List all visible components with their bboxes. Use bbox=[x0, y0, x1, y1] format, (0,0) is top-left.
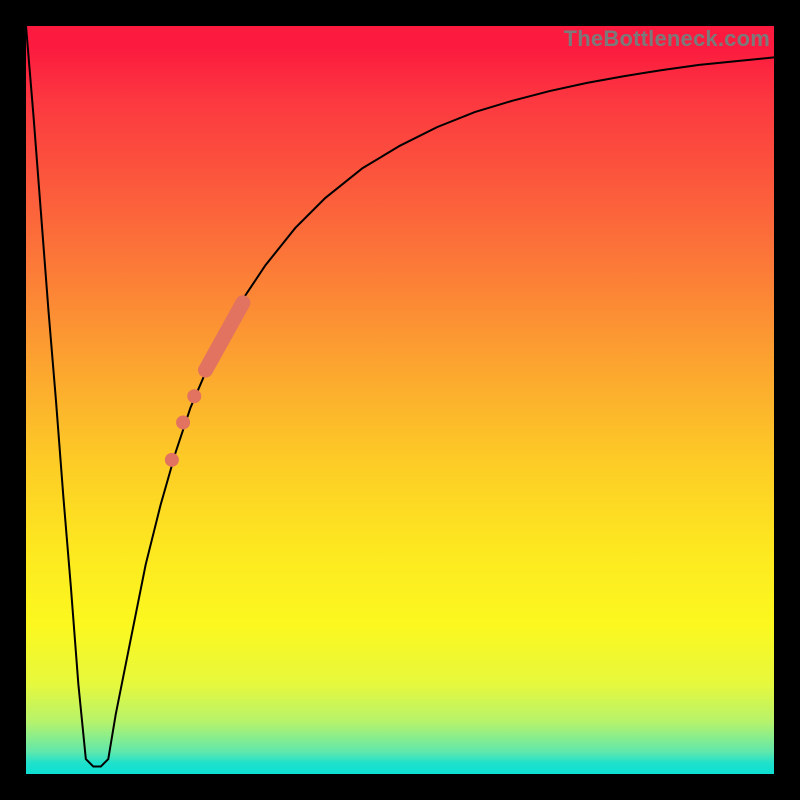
watermark-text: TheBottleneck.com bbox=[564, 26, 770, 52]
highlighted-markers bbox=[165, 303, 243, 467]
chart-svg bbox=[26, 26, 774, 774]
marker-segment bbox=[206, 303, 243, 370]
marker-dot bbox=[165, 453, 179, 467]
marker-dot bbox=[176, 415, 190, 429]
marker-dot bbox=[187, 389, 201, 403]
plot-area: TheBottleneck.com bbox=[26, 26, 774, 774]
chart-frame: TheBottleneck.com bbox=[0, 0, 800, 800]
bottleneck-curve bbox=[26, 26, 774, 767]
